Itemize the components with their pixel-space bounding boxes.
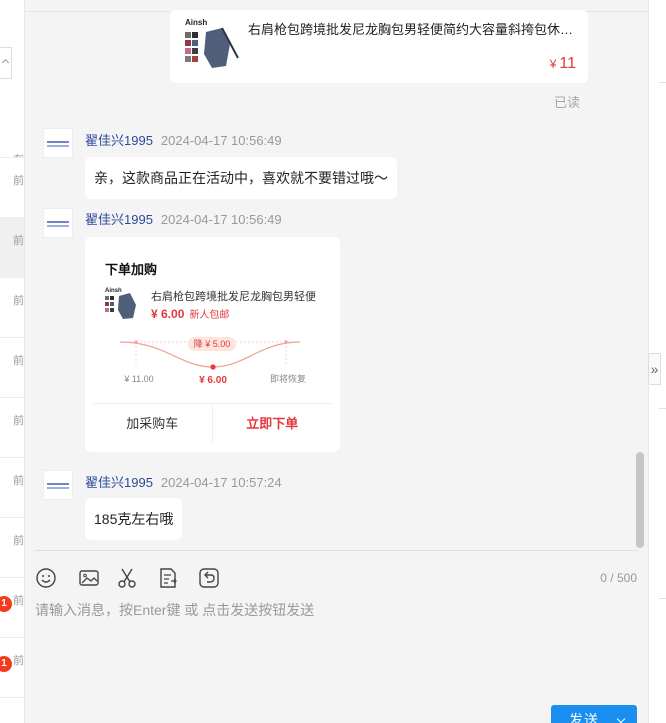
emoji-icon[interactable] [35,567,57,589]
conversation-time: 前 [13,475,24,487]
discount-badge: 降 ¥ 5.00 [194,338,231,349]
conversation-time: 前 [13,235,24,247]
thumb-brand-text: Ainsh [105,288,122,294]
double-chevron-right-icon[interactable]: » [648,353,661,385]
message-input[interactable] [35,600,635,690]
message-time: 2024-04-17 10:56:49 [160,212,282,227]
sender-name: 翟佳兴1995 [85,133,153,148]
product-thumbnail: Ainsh [185,18,239,68]
order-product-name: 右肩枪包跨境批发尼龙胸包男轻便 [151,291,316,303]
trend-point-restore [284,340,288,344]
read-status: 已读 [554,95,581,110]
chat-panel: Ainsh 右肩枪包跨境批发尼龙胸包男轻便简约大容量斜挎包休… ¥11 已读 翟… [25,0,648,723]
panel-divider [659,408,666,409]
message-bubble: 185克左右哦 [85,498,183,540]
conversation-time: 前 [13,535,24,547]
product-title: 右肩枪包跨境批发尼龙胸包男轻便简约大容量斜挎包休… [248,22,574,37]
order-actions: 加采购车 立即下单 [93,403,333,444]
buy-now-button[interactable]: 立即下单 [213,404,333,444]
conversation-time: 在 [0,151,24,157]
message-header: 翟佳兴1995 2024-04-17 10:56:49 [85,209,282,228]
scissors-icon[interactable] [116,567,138,589]
unread-badge: 1 [0,596,12,612]
undo-icon[interactable] [198,567,220,589]
conversation-item[interactable]: 前 [0,458,24,518]
conversation-time: 前 [13,415,24,427]
order-card-heading: 下单加购 [105,262,158,277]
free-shipping-tag: 新人包邮 [189,310,230,321]
order-price-row: ¥ 6.00 新人包邮 [151,305,229,323]
send-label: 发送 [569,712,599,723]
thumb-brand-text: Ainsh [185,18,207,27]
conversation-time: 前 [13,175,24,187]
trend-point-now [210,364,216,370]
product-card[interactable]: Ainsh 右肩枪包跨境批发尼龙胸包男轻便简约大容量斜挎包休… ¥11 [170,10,588,83]
unread-badge: 1 [0,656,12,672]
sender-name: 翟佳兴1995 [85,475,153,490]
add-to-cart-button[interactable]: 加采购车 [93,404,213,444]
conversation-item[interactable]: 前 [0,278,24,338]
conversation-item[interactable]: 前 [0,218,24,278]
composer-divider [35,550,638,551]
avatar[interactable] [43,208,73,238]
price-restore-label: 即将恢复 [270,373,306,384]
message-header: 翟佳兴1995 2024-04-17 10:56:49 [85,130,282,149]
conversation-item[interactable]: 前 [0,398,24,458]
price-trend-chart: 降 ¥ 5.00 ¥ 11.00 ¥ 6.00 即将恢复 [119,337,306,386]
collapse-list-toggle[interactable] [0,47,12,79]
image-icon[interactable] [78,567,100,589]
message-time: 2024-04-17 10:56:49 [160,133,282,148]
conversation-item[interactable]: 前 [0,158,24,218]
panel-divider [659,82,666,83]
avatar[interactable] [43,128,73,158]
panel-divider [659,598,666,599]
conversation-time: 前 [13,355,24,367]
quick-reply-icon[interactable] [157,567,179,589]
order-card: 下单加购 Ainsh 右肩枪包跨境批发尼龙胸包男轻便 ¥ 6.00 新人包邮 降 … [85,237,340,452]
conversation-list: 在前前前前前前前前1前1 [0,0,25,723]
message-bubble: 亲，这款商品正在活动中，喜欢就不要错过哦～ [85,157,397,199]
product-price: ¥11 [550,55,576,73]
order-product-thumbnail: Ainsh [105,288,136,319]
conversation-item[interactable]: 前 [0,518,24,578]
chevron-down-icon[interactable] [616,714,626,723]
conversation-item[interactable]: 前1 [0,578,24,638]
send-button[interactable]: 发送 [551,705,637,723]
order-price: ¥ 6.00 [151,307,185,321]
currency-symbol: ¥ [549,57,557,71]
chat-scrollbar-thumb[interactable] [636,452,644,548]
avatar[interactable] [43,470,73,500]
conversation-time: 前 [13,295,24,307]
trend-point-original [134,340,138,344]
price-now-label: ¥ 6.00 [199,375,227,386]
price-original-label: ¥ 11.00 [123,374,153,384]
sender-name: 翟佳兴1995 [85,212,153,227]
message-header: 翟佳兴1995 2024-04-17 10:57:24 [85,472,282,491]
conversation-item[interactable]: 前1 [0,638,24,698]
message-time: 2024-04-17 10:57:24 [160,475,282,490]
conversation-item[interactable]: 前 [0,338,24,398]
price-value: 11 [559,55,576,72]
char-count: 0 / 500 [600,571,637,585]
conversation-item[interactable]: 在 [0,98,24,158]
